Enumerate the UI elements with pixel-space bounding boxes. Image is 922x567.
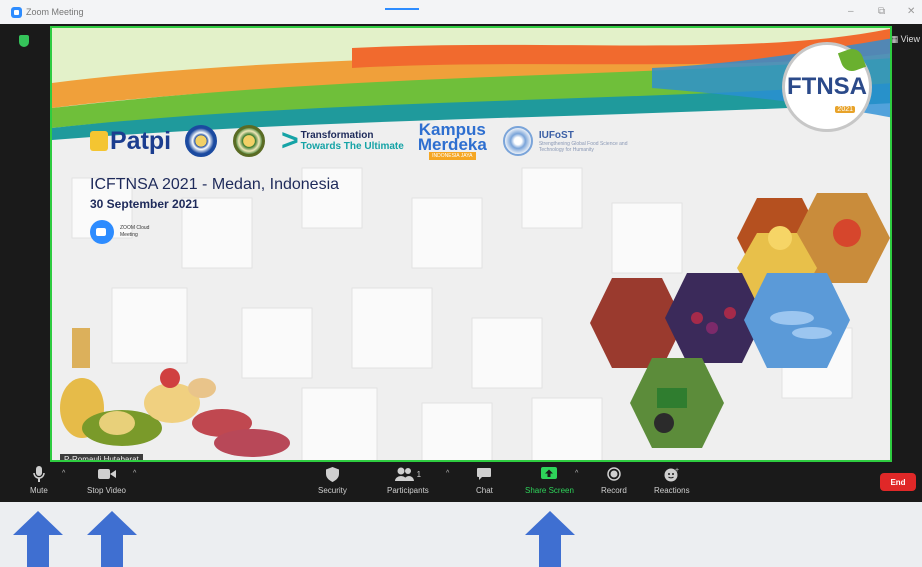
- audio-options-caret[interactable]: ^: [62, 470, 65, 477]
- stop-video-label: Stop Video: [87, 486, 126, 495]
- zoom-app-icon: [11, 6, 22, 18]
- arrow-up-icon: [13, 511, 63, 567]
- share-screen-icon: [541, 466, 558, 482]
- chat-button[interactable]: Chat: [476, 466, 493, 495]
- end-meeting-button[interactable]: End: [880, 473, 916, 491]
- emoji-plus-icon: +: [664, 466, 680, 482]
- record-button[interactable]: Record: [601, 466, 627, 495]
- participants-label: Participants: [387, 486, 429, 495]
- share-screen-label: Share Screen: [525, 486, 574, 495]
- stop-video-button[interactable]: Stop Video: [87, 466, 126, 495]
- video-options-caret[interactable]: ^: [133, 470, 136, 477]
- microphone-icon: [33, 466, 45, 482]
- record-icon: [607, 466, 621, 482]
- security-shield-icon[interactable]: [19, 35, 29, 47]
- participants-icon: 1: [394, 466, 422, 482]
- view-button[interactable]: ▦ View: [890, 34, 920, 45]
- share-screen-button[interactable]: Share Screen: [525, 466, 574, 495]
- meeting-toolbar: Mute ^ Stop Video ^ Security 1 Participa…: [0, 462, 922, 502]
- title-accent-bar: [385, 8, 419, 10]
- svg-text:+: +: [675, 467, 679, 474]
- security-button[interactable]: Security: [318, 466, 347, 495]
- participants-options-caret[interactable]: ^: [446, 470, 449, 477]
- arrow-up-icon: [525, 511, 575, 567]
- record-label: Record: [601, 486, 627, 495]
- reactions-button[interactable]: + Reactions: [654, 466, 690, 496]
- participants-button[interactable]: 1 Participants: [387, 466, 429, 495]
- mute-label: Mute: [30, 486, 48, 495]
- maximize-button[interactable]: ⧉: [878, 6, 885, 17]
- arrow-up-icon: [87, 511, 137, 567]
- video-camera-icon: [97, 466, 116, 482]
- view-label: View: [900, 34, 920, 44]
- participant-name-tag: P-Romauli Hutabarat: [60, 454, 143, 460]
- food-illustration: [60, 193, 890, 457]
- window-title-bar: Zoom Meeting – ⧉ ✕: [0, 0, 922, 24]
- meeting-area: ▦ View Patpi > Transformation Towards Th…: [0, 24, 922, 462]
- share-options-caret[interactable]: ^: [575, 470, 578, 477]
- mute-button[interactable]: Mute: [30, 466, 48, 495]
- security-label: Security: [318, 486, 347, 495]
- reactions-label: Reactions: [654, 486, 690, 495]
- close-button[interactable]: ✕: [907, 6, 915, 17]
- annotation-area: [0, 502, 922, 567]
- chat-label: Chat: [476, 486, 493, 495]
- shield-icon: [325, 466, 339, 482]
- shared-screen-slide: Patpi > Transformation Towards The Ultim…: [50, 26, 892, 462]
- chat-bubble-icon: [477, 466, 492, 482]
- participants-count: 1: [416, 469, 422, 479]
- window-title: Zoom Meeting: [26, 7, 84, 17]
- minimize-button[interactable]: –: [848, 6, 854, 17]
